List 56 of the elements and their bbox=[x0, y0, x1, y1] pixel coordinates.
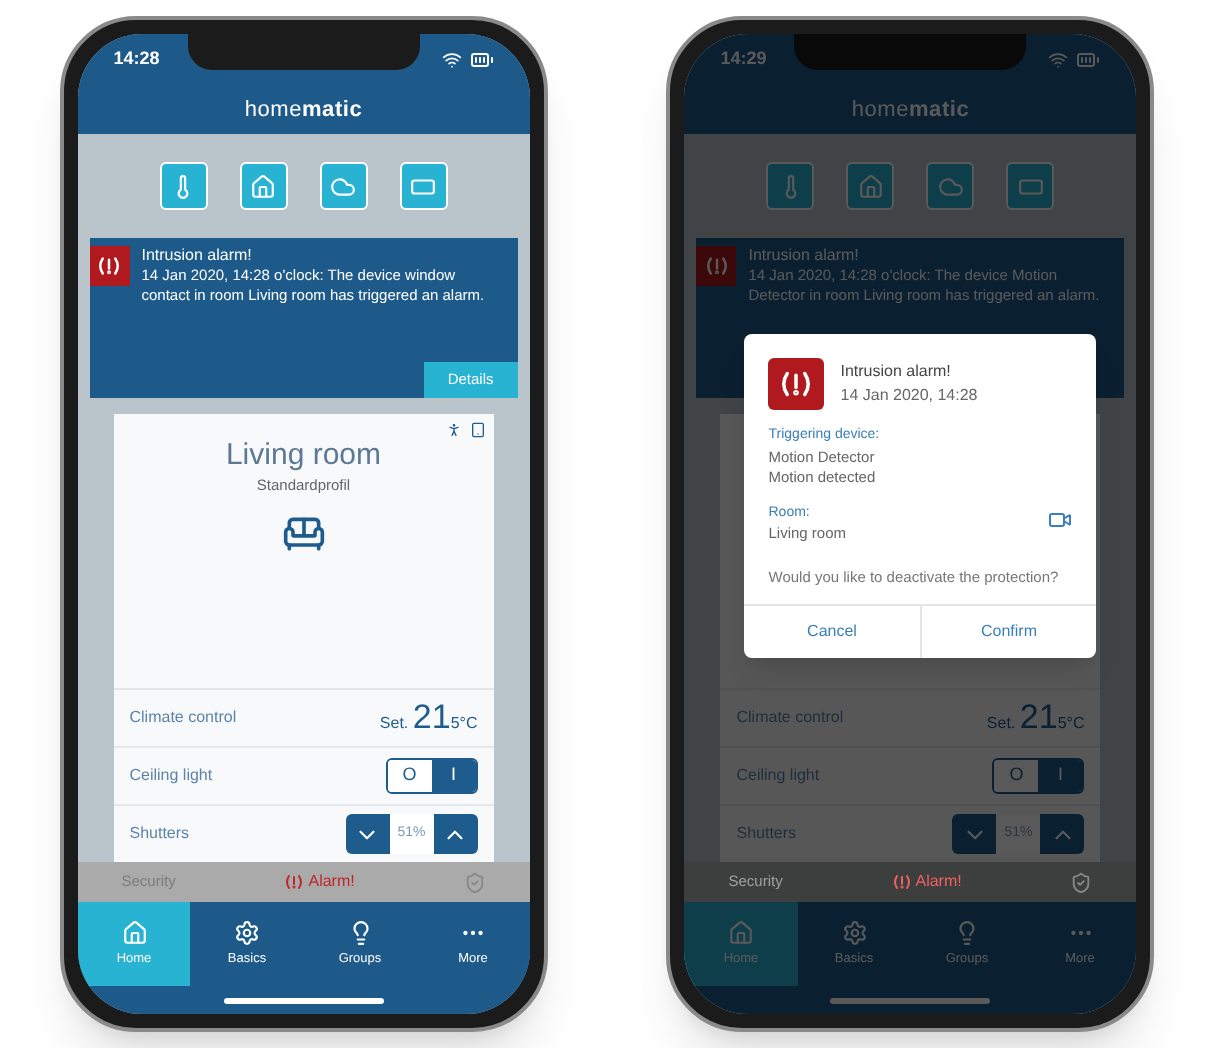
dialog-title: Intrusion alarm! bbox=[840, 360, 953, 384]
shortcut-tile[interactable] bbox=[926, 162, 975, 210]
dialog-button[interactable]: Confirm bbox=[919, 606, 1097, 658]
home-icon bbox=[121, 919, 147, 946]
battery-icon bbox=[469, 48, 494, 72]
shutter-down-button[interactable] bbox=[345, 814, 390, 854]
home-icon bbox=[728, 919, 754, 946]
dialog-time: 14 Jan 2020, 14:28 bbox=[840, 384, 978, 408]
shortcut-tile[interactable] bbox=[846, 162, 895, 210]
light-switch[interactable]: O I bbox=[992, 758, 1085, 794]
control-label: Ceiling light bbox=[129, 764, 213, 788]
alarm-icon bbox=[891, 874, 912, 890]
alarm-icon bbox=[778, 370, 815, 398]
wifi-icon bbox=[1048, 50, 1069, 70]
lightbulb-icon bbox=[347, 919, 373, 946]
frame-icon bbox=[1017, 173, 1044, 199]
app-logo: homematic bbox=[851, 95, 970, 126]
control-label: Climate control bbox=[129, 706, 237, 730]
house-icon bbox=[250, 173, 277, 199]
device-icon bbox=[469, 422, 486, 438]
alarm-status: Alarm! bbox=[915, 870, 962, 894]
wifi-icon bbox=[441, 50, 462, 70]
cloud-icon bbox=[937, 173, 964, 199]
shortcut-tile[interactable] bbox=[766, 162, 815, 210]
alert-title: Intrusion alarm! bbox=[141, 246, 254, 266]
shortcut-tile[interactable] bbox=[319, 162, 368, 210]
cloud-icon bbox=[330, 173, 357, 199]
room-name: Living room bbox=[223, 438, 384, 474]
alarm-icon bbox=[703, 256, 730, 276]
alert-title: Intrusion alarm! bbox=[748, 246, 861, 266]
camera-icon[interactable] bbox=[1048, 508, 1073, 532]
shield-icon bbox=[463, 871, 486, 893]
battery-icon bbox=[1076, 48, 1101, 72]
shortcut-tile[interactable] bbox=[1006, 162, 1055, 210]
shortcut-tile[interactable] bbox=[239, 162, 288, 210]
settings-icon bbox=[234, 919, 260, 946]
alarm-status: Alarm! bbox=[308, 870, 355, 894]
shortcut-tile[interactable] bbox=[399, 162, 448, 210]
shutter-up-button[interactable] bbox=[433, 814, 478, 854]
lightbulb-icon bbox=[954, 919, 980, 946]
status-time: 14:29 bbox=[720, 46, 767, 73]
shield-icon bbox=[1070, 871, 1093, 893]
app-logo: homematic bbox=[244, 95, 363, 126]
temperature-setpoint: Set.215°C bbox=[379, 696, 478, 740]
control-label: Shutters bbox=[129, 822, 190, 846]
status-time: 14:28 bbox=[113, 46, 160, 73]
temperature-setpoint: Set.215°C bbox=[986, 696, 1085, 740]
alarm-icon bbox=[96, 256, 123, 276]
frame-icon bbox=[410, 173, 437, 199]
alarm-icon bbox=[284, 874, 305, 890]
settings-icon bbox=[841, 919, 867, 946]
house-icon bbox=[857, 173, 884, 199]
dialog-button[interactable]: Cancel bbox=[744, 606, 920, 658]
shortcut-tile[interactable] bbox=[159, 162, 208, 210]
person-icon bbox=[445, 422, 462, 438]
light-switch[interactable]: O I bbox=[385, 758, 478, 794]
